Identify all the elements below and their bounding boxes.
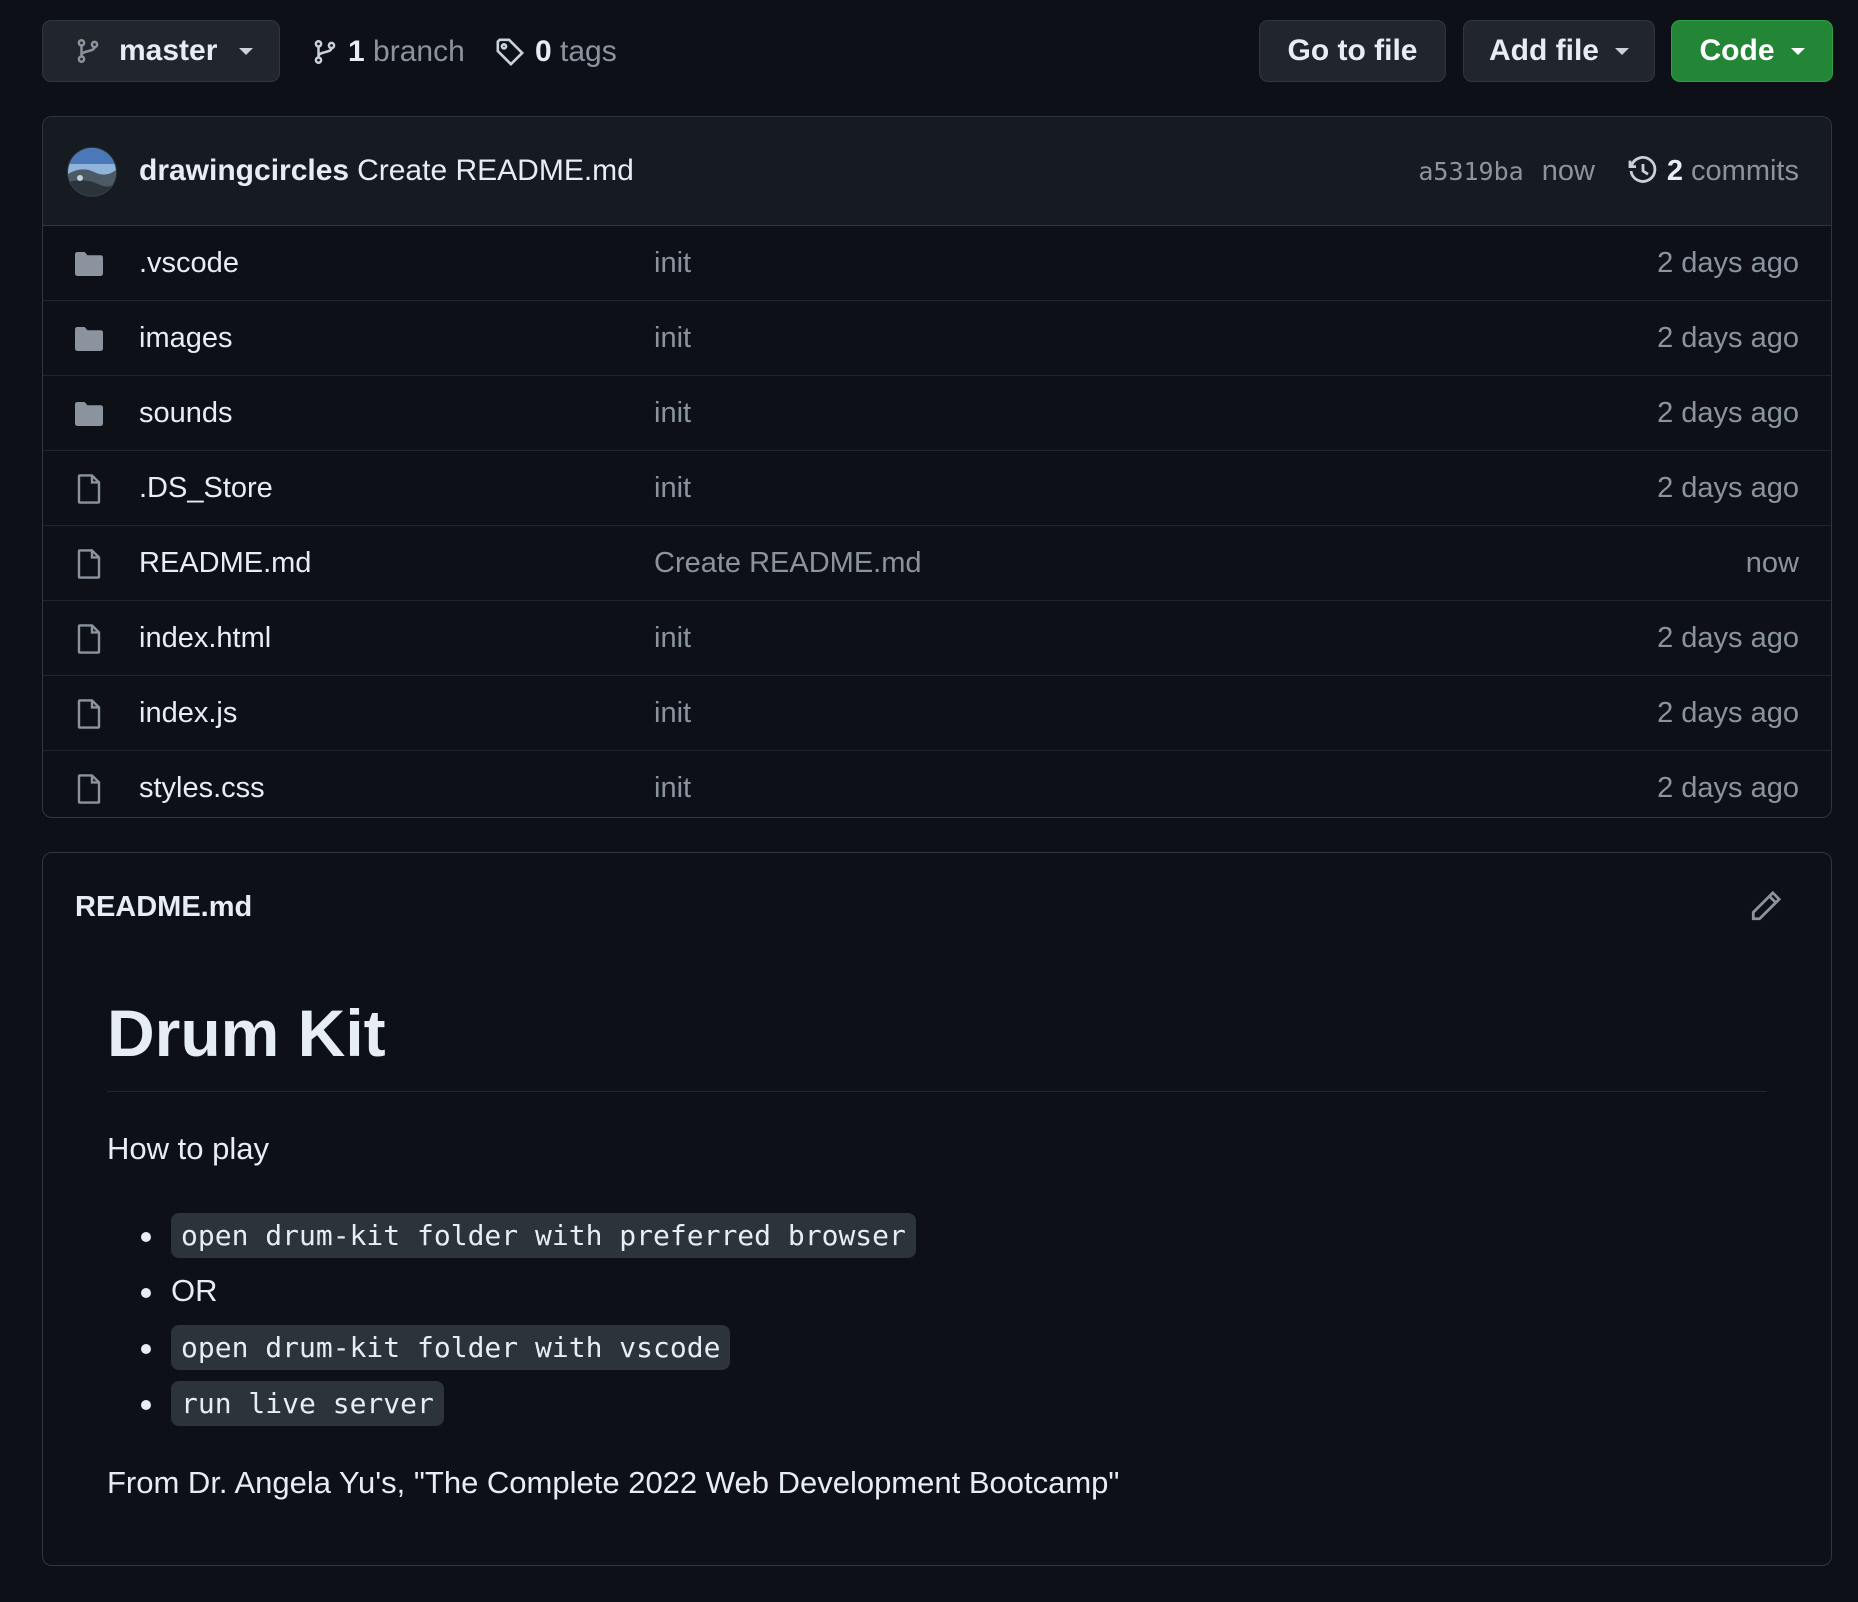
file-icon: [73, 773, 105, 805]
branches-link[interactable]: 1 branch: [312, 30, 465, 74]
commits-count: 2: [1666, 154, 1684, 187]
readme-credit: From Dr. Angela Yu's, "The Complete 2022…: [107, 1465, 1120, 1500]
file-commit-message[interactable]: init: [654, 322, 691, 355]
commit-time: now: [1541, 154, 1595, 187]
folder-icon: [73, 398, 105, 430]
file-icon: [73, 623, 105, 655]
git-branch-icon: [75, 36, 101, 66]
tags-link[interactable]: 0 tags: [495, 30, 617, 74]
file-rows: .vscode init 2 days ago images init 2 days ag…: [43, 226, 1831, 817]
commits-label: commits: [1691, 154, 1799, 187]
branches-label: branch: [373, 35, 465, 68]
file-commit-message[interactable]: init: [654, 397, 691, 430]
branch-selector-button[interactable]: master: [42, 20, 280, 82]
readme-steps-list: open drum-kit folder with preferred brow…: [107, 1207, 916, 1431]
folder-icon: [73, 248, 105, 280]
readme-intro: How to play: [107, 1131, 269, 1166]
inline-code: open drum-kit folder with vscode: [171, 1324, 731, 1370]
file-name[interactable]: sounds: [139, 397, 233, 430]
go-to-file-label: Go to file: [1287, 34, 1418, 67]
file-commit-age: 2 days ago: [1657, 621, 1799, 654]
list-item: OR: [107, 1263, 916, 1319]
commit-sha[interactable]: a5319ba: [1418, 157, 1523, 186]
file-row[interactable]: index.html init 2 days ago: [43, 600, 1831, 675]
file-commit-message[interactable]: init: [654, 772, 691, 805]
file-commit-age: 2 days ago: [1657, 246, 1799, 279]
history-icon: [1627, 155, 1659, 187]
inline-code: run live server: [171, 1380, 444, 1426]
file-name[interactable]: index.html: [139, 622, 271, 655]
code-button[interactable]: Code: [1671, 20, 1833, 82]
branches-count: 1: [348, 35, 365, 68]
commit-details: a5319ba now 2 commits: [1418, 117, 1799, 225]
file-icon: [73, 473, 105, 505]
file-commit-age: 2 days ago: [1657, 771, 1799, 804]
readme-heading: Drum Kit: [107, 996, 386, 1070]
file-commit-age: 2 days ago: [1657, 471, 1799, 504]
tags-label: tags: [560, 35, 617, 68]
file-commit-message[interactable]: init: [654, 697, 691, 730]
file-commit-message[interactable]: Create README.md: [654, 547, 922, 580]
caret-down-icon: [1615, 47, 1629, 55]
commits-history-link[interactable]: 2 commits: [1627, 155, 1799, 188]
caret-down-icon: [239, 47, 254, 55]
file-name[interactable]: index.js: [139, 697, 237, 730]
heading-divider: [107, 1091, 1767, 1092]
file-commit-age: 2 days ago: [1657, 696, 1799, 729]
file-row[interactable]: .vscode init 2 days ago: [43, 226, 1831, 300]
file-row[interactable]: images init 2 days ago: [43, 300, 1831, 375]
file-row[interactable]: index.js init 2 days ago: [43, 675, 1831, 750]
add-file-label: Add file: [1489, 34, 1599, 67]
file-row[interactable]: styles.css init 2 days ago: [43, 750, 1831, 817]
readme-filename[interactable]: README.md: [75, 891, 252, 924]
tag-icon: [495, 37, 525, 67]
file-commit-message[interactable]: init: [654, 247, 691, 280]
repo-toolbar: master 1 branch 0 tags Go to file Add fi…: [42, 20, 1833, 84]
list-item: run live server: [107, 1375, 916, 1431]
add-file-button[interactable]: Add file: [1463, 20, 1655, 82]
go-to-file-button[interactable]: Go to file: [1259, 20, 1446, 82]
commit-summary: drawingcircles Create README.md: [139, 117, 634, 225]
file-commit-message[interactable]: init: [654, 622, 691, 655]
file-list-box: drawingcircles Create README.md a5319ba …: [42, 116, 1832, 818]
caret-down-icon: [1790, 47, 1805, 55]
file-name[interactable]: .DS_Store: [139, 472, 273, 505]
file-row[interactable]: sounds init 2 days ago: [43, 375, 1831, 450]
latest-commit-bar: drawingcircles Create README.md a5319ba …: [43, 117, 1831, 226]
file-name[interactable]: README.md: [139, 547, 311, 580]
list-item: open drum-kit folder with preferred brow…: [107, 1207, 916, 1263]
list-item-text: OR: [171, 1273, 218, 1308]
readme-box: README.md Drum Kit How to play open drum…: [42, 852, 1832, 1566]
file-name[interactable]: images: [139, 322, 233, 355]
file-name[interactable]: styles.css: [139, 772, 265, 805]
avatar[interactable]: [67, 147, 117, 197]
file-commit-age: 2 days ago: [1657, 321, 1799, 354]
pencil-icon[interactable]: [1749, 889, 1783, 923]
tags-count: 0: [535, 35, 552, 68]
git-branch-icon: [312, 37, 338, 67]
file-commit-message[interactable]: init: [654, 472, 691, 505]
file-icon: [73, 698, 105, 730]
file-commit-age: 2 days ago: [1657, 396, 1799, 429]
inline-code: open drum-kit folder with preferred brow…: [171, 1212, 916, 1258]
file-row[interactable]: .DS_Store init 2 days ago: [43, 450, 1831, 525]
folder-icon: [73, 323, 105, 355]
code-label: Code: [1699, 34, 1775, 67]
file-name[interactable]: .vscode: [139, 247, 239, 280]
commit-author[interactable]: drawingcircles: [139, 154, 349, 188]
list-item: open drum-kit folder with vscode: [107, 1319, 916, 1375]
file-icon: [73, 548, 105, 580]
commit-message[interactable]: Create README.md: [357, 154, 634, 188]
file-row[interactable]: README.md Create README.md now: [43, 525, 1831, 600]
file-commit-age: now: [1745, 546, 1799, 579]
branch-name: master: [119, 34, 218, 67]
